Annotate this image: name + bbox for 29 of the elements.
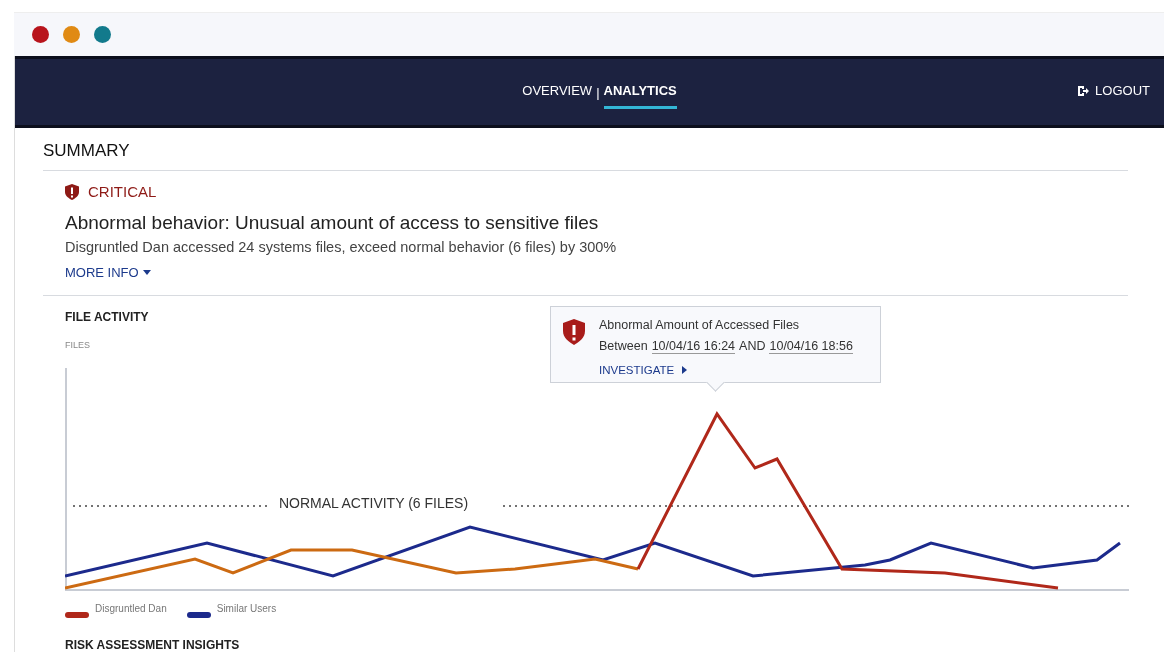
tooltip-label: Between (599, 339, 648, 353)
threshold-label: NORMAL ACTIVITY (6 FILES) (279, 495, 469, 511)
section-heading: SUMMARY (43, 128, 1128, 171)
minimize-dot[interactable] (63, 26, 80, 43)
nav-tab[interactable]: OVERVIEW (522, 75, 593, 109)
tooltip-label: AND (739, 339, 766, 353)
alert-description: Disgruntled Dan accessed 24 systems files, exceed normal behavior (6 files) by 300% (65, 239, 618, 255)
tooltip-title: Abnormal Amount of Accessed Files (599, 317, 801, 334)
section-heading: RISK ASSESSMENT INSIGHTS (65, 638, 241, 652)
legend-label: Similar Users (216, 603, 277, 614)
severity-label: CRITICAL (88, 183, 157, 200)
end-time: 10/04/16 18:56 (769, 339, 853, 354)
shield-alert-icon (65, 183, 79, 200)
close-dot[interactable] (32, 26, 49, 43)
investigate-link[interactable]: INVESTIGATE (599, 364, 688, 376)
logout-button[interactable]: LOGOUT (1077, 81, 1150, 100)
nav-tab[interactable]: ANALYTICS (603, 75, 677, 109)
caret-icon (142, 270, 151, 275)
more-info-link[interactable]: MORE INFO (65, 265, 151, 280)
chart-title: FILE ACTIVITY (65, 310, 149, 324)
logout-icon (1077, 84, 1090, 97)
maximize-dot[interactable] (94, 26, 111, 43)
axis-label: FILES (65, 340, 90, 350)
alert-title: Abnormal behavior: Unusual amount of access to sensitive files (65, 212, 600, 234)
shield-alert-icon (563, 319, 585, 345)
start-time: 10/04/16 16:24 (651, 339, 736, 354)
legend-label: Disgruntled Dan (95, 603, 167, 614)
caret-icon (682, 366, 688, 374)
tab-separator: | (596, 84, 600, 100)
